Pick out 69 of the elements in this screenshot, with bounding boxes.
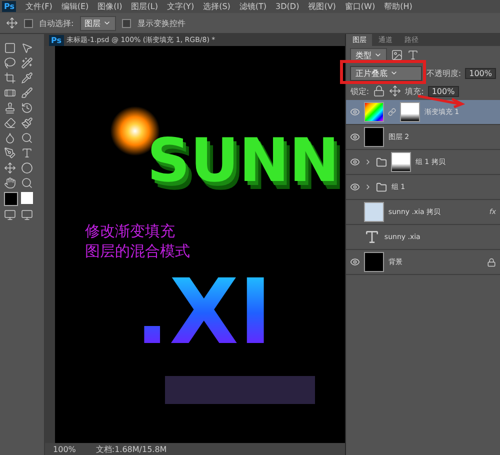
marquee-icon[interactable]	[4, 42, 16, 54]
artwork-text: SUNN	[147, 126, 340, 196]
layer-thumbnail	[364, 127, 384, 147]
lock-label: 锁定:	[350, 86, 370, 96]
ellipse-icon[interactable]	[21, 162, 33, 174]
menu-item[interactable]: 窗口(W)	[344, 1, 376, 12]
menu-item[interactable]: 帮助(H)	[384, 1, 412, 12]
caption-text: 图层的混合模式	[85, 241, 190, 261]
lock-icon[interactable]	[373, 85, 386, 97]
menu-item[interactable]: 编辑(E)	[61, 1, 89, 12]
background-color-swatch[interactable]	[21, 192, 33, 204]
eraser-icon[interactable]	[4, 117, 16, 129]
history-brush-icon[interactable]	[21, 102, 33, 114]
show-transform-checkbox[interactable]	[122, 18, 132, 28]
document-icon: Ps	[49, 34, 64, 46]
pen-icon[interactable]	[4, 147, 16, 159]
text-layer-icon	[364, 229, 380, 245]
hand-icon[interactable]	[4, 177, 16, 189]
screen-mode-icon[interactable]	[21, 209, 33, 221]
lasso-icon[interactable]	[4, 57, 16, 69]
auto-select-label: 自动选择:	[39, 18, 74, 28]
fill-label: 填充:	[405, 86, 424, 96]
menu-item[interactable]: 图像(I)	[98, 1, 122, 12]
folder-icon	[376, 156, 388, 168]
target-dropdown[interactable]: 图层	[80, 16, 116, 30]
app-logo: Ps	[2, 1, 16, 12]
caption-text: 修改渐变填充	[85, 221, 176, 241]
filter-type-icon[interactable]	[406, 49, 419, 61]
visibility-eye-icon[interactable]	[350, 257, 360, 267]
layer-mask-thumbnail	[400, 102, 420, 122]
menu-item[interactable]: 图层(L)	[131, 1, 158, 12]
pointer-arrow	[416, 94, 466, 108]
menu-item[interactable]: 文件(F)	[25, 1, 52, 12]
document-info: 文档:1.68M/15.8M	[96, 444, 167, 454]
crop-icon[interactable]	[4, 72, 16, 84]
blur-icon[interactable]	[4, 132, 16, 144]
visibility-eye-icon[interactable]	[350, 132, 360, 142]
bandage-icon[interactable]	[4, 87, 16, 99]
blend-mode-dropdown[interactable]: 正片叠底	[350, 66, 422, 80]
fill-field[interactable]: 100%	[428, 86, 459, 96]
type-icon[interactable]	[21, 147, 33, 159]
visibility-eye-icon[interactable]	[350, 182, 360, 192]
opacity-field[interactable]: 100%	[465, 68, 496, 78]
stamp-icon[interactable]	[4, 102, 16, 114]
auto-select-checkbox[interactable]	[24, 18, 33, 28]
menu-item[interactable]: 文字(Y)	[166, 1, 194, 12]
lock-icon	[487, 258, 496, 266]
zoom-level: 100%	[53, 444, 76, 454]
lock-position-icon[interactable]	[389, 85, 402, 97]
visibility-eye-icon[interactable]	[350, 107, 360, 117]
menu-item[interactable]: 选择(S)	[203, 1, 230, 12]
menu-item[interactable]: 3D(D)	[276, 2, 300, 11]
visibility-eye-icon[interactable]	[350, 157, 360, 167]
opacity-label: 不透明度:	[426, 68, 462, 78]
menu-item[interactable]: 视图(V)	[308, 1, 336, 12]
brush-icon[interactable]	[21, 87, 33, 99]
layer-thumbnail	[364, 202, 384, 222]
layer-thumbnail	[364, 102, 384, 122]
menu-item[interactable]: 滤镜(T)	[239, 1, 267, 12]
move-tool-icon[interactable]	[6, 17, 18, 29]
eyedropper-icon[interactable]	[21, 72, 33, 84]
show-transform-label: 显示变换控件	[137, 18, 186, 28]
magic-wand-icon[interactable]	[21, 57, 33, 69]
filter-image-icon[interactable]	[390, 49, 403, 61]
folder-icon	[376, 182, 388, 192]
layer-thumbnail	[364, 252, 384, 272]
foreground-color-swatch[interactable]	[4, 192, 18, 206]
zoom-icon[interactable]	[21, 177, 33, 189]
link-icon	[388, 108, 396, 116]
